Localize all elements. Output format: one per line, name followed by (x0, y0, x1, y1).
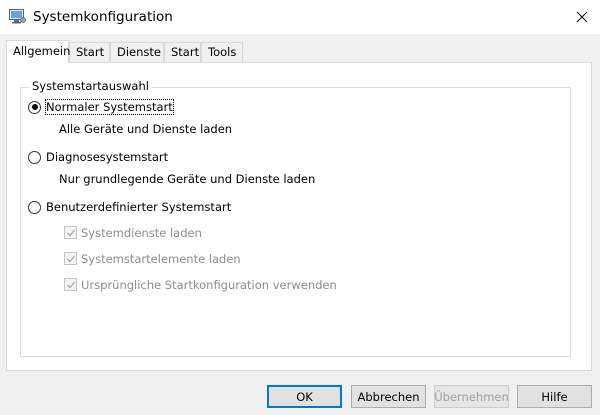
radio-normal-label[interactable]: Normaler Systemstart (45, 99, 174, 115)
radio-normal-startup[interactable]: Normaler Systemstart (28, 99, 174, 115)
help-button[interactable]: Hilfe (517, 385, 592, 408)
radio-custom-label[interactable]: Benutzerdefinierter Systemstart (46, 200, 231, 214)
checkmark-icon (67, 255, 76, 263)
close-button[interactable] (564, 0, 600, 34)
checkmark-icon (67, 281, 76, 289)
ok-button[interactable]: OK (267, 385, 342, 408)
checkbox-label: Systemdienste laden (81, 225, 202, 240)
checkbox-label: Systemstartelemente laden (81, 251, 241, 266)
tab-allgemein[interactable]: Allgemein (6, 40, 70, 63)
apply-button[interactable]: Übernehmen (434, 385, 509, 408)
tab-start-2[interactable]: Start (164, 42, 201, 62)
radio-diagnostic-indicator[interactable] (28, 150, 41, 164)
group-legend: Systemstartauswahl (29, 79, 152, 93)
checkbox-load-system-services[interactable]: Systemdienste laden (64, 225, 202, 240)
radio-normal-indicator[interactable] (28, 100, 41, 114)
checkbox-indicator[interactable] (64, 278, 77, 291)
checkbox-label: Ursprüngliche Startkonfiguration verwend… (81, 277, 337, 292)
tab-tools[interactable]: Tools (201, 42, 243, 62)
cancel-button[interactable]: Abbrechen (351, 385, 426, 408)
checkbox-indicator[interactable] (64, 226, 77, 239)
checkmark-icon (67, 229, 76, 237)
radio-diagnostic-startup[interactable]: Diagnosesystemstart (28, 149, 168, 165)
checkbox-load-startup-items[interactable]: Systemstartelemente laden (64, 251, 241, 266)
window-title: Systemkonfiguration (33, 9, 173, 25)
radio-custom-indicator[interactable] (28, 200, 41, 214)
tab-start[interactable]: Start (69, 42, 110, 62)
radio-diagnostic-label[interactable]: Diagnosesystemstart (46, 150, 168, 164)
checkbox-use-original-boot-config[interactable]: Ursprüngliche Startkonfiguration verwend… (64, 277, 337, 292)
system-configuration-window: Systemkonfiguration Allgemein Start Dien… (0, 0, 600, 415)
radio-custom-startup[interactable]: Benutzerdefinierter Systemstart (28, 199, 231, 215)
title-bar[interactable]: Systemkonfiguration (0, 0, 600, 34)
checkbox-indicator[interactable] (64, 252, 77, 265)
normal-startup-description: Alle Geräte und Dienste laden (59, 122, 233, 136)
diagnostic-startup-description: Nur grundlegende Geräte und Dienste lade… (59, 172, 316, 186)
tab-panel-allgemein: Systemstartauswahl Normaler Systemstart … (6, 62, 592, 371)
tab-dienste[interactable]: Dienste (110, 42, 164, 62)
system-config-icon (9, 9, 26, 24)
close-icon (576, 11, 588, 23)
